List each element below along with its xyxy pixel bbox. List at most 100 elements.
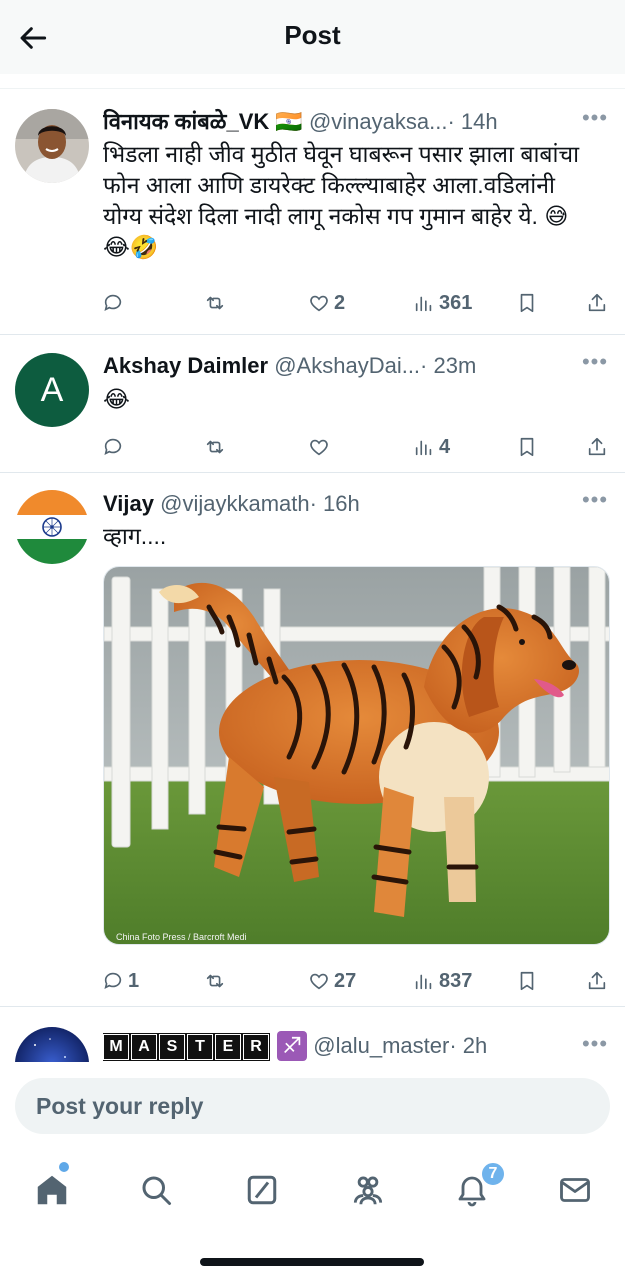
more-icon: ••• (581, 1031, 609, 1056)
tab-search[interactable] (134, 1168, 178, 1212)
more-options-button[interactable]: ••• (581, 1033, 609, 1057)
analytics-icon (415, 974, 432, 990)
avatar-letter: A (40, 370, 64, 409)
user-handle[interactable]: @vijaykkamath (160, 491, 310, 516)
top-bar: Post (0, 0, 625, 74)
reply-button[interactable] (102, 431, 128, 463)
display-name[interactable]: MASTER (103, 1033, 271, 1060)
post-time[interactable]: · 16h (310, 491, 360, 516)
reply-count: 1 (128, 969, 140, 992)
share-icon (588, 971, 606, 990)
views-button[interactable]: 4 (413, 431, 450, 463)
avatar[interactable]: A (15, 353, 89, 427)
views-button[interactable]: 837 (413, 965, 472, 997)
page-title: Post (284, 20, 341, 50)
share-button[interactable] (586, 965, 608, 997)
reply-icon (104, 294, 122, 311)
post[interactable]: A Akshay Daimler @AkshayDai...· 23m ••• … (0, 335, 625, 473)
like-button[interactable]: 27 (308, 965, 356, 997)
post[interactable]: विनायक कांबळे_VK 🇮🇳 @vinayaksa...· 14h •… (0, 89, 625, 335)
name-tile: E (215, 1034, 241, 1060)
post-time[interactable]: · 14h (447, 109, 497, 134)
display-name[interactable]: Vijay (103, 491, 154, 516)
name-tile: A (131, 1034, 157, 1060)
more-options-button[interactable]: ••• (581, 489, 609, 513)
share-icon (588, 437, 606, 456)
mail-icon (560, 1178, 590, 1202)
repost-icon (206, 440, 224, 454)
user-handle[interactable]: @lalu_master (313, 1033, 449, 1058)
share-icon (588, 293, 606, 312)
notification-badge: 7 (480, 1161, 506, 1187)
analytics-icon (415, 440, 432, 456)
name-tile: R (243, 1034, 269, 1060)
name-tile: M (103, 1034, 129, 1060)
reply-input[interactable]: Post your reply (15, 1078, 610, 1134)
communities-icon (353, 1176, 383, 1205)
reply-feed[interactable]: विनायक कांबळे_VK 🇮🇳 @vinayaksa...· 14h •… (0, 88, 625, 1062)
post-text: 😂 (103, 386, 130, 412)
reply-button[interactable]: 1 (102, 965, 139, 997)
view-count: 837 (439, 969, 473, 992)
post-header: विनायक कांबळे_VK 🇮🇳 @vinayaksa...· 14h (103, 107, 577, 137)
post-header: Akshay Daimler @AkshayDai...· 23m (103, 351, 577, 381)
search-icon (142, 1176, 171, 1205)
like-button[interactable]: 2 (308, 287, 345, 319)
name-tile: T (187, 1034, 213, 1060)
avatar[interactable] (15, 109, 89, 183)
bookmark-button[interactable] (516, 287, 538, 319)
reply-button[interactable] (102, 287, 128, 319)
like-count: 27 (334, 969, 357, 992)
reply-placeholder: Post your reply (36, 1092, 204, 1119)
repost-button[interactable] (204, 287, 230, 319)
post-actions: 4 (100, 431, 611, 463)
more-options-button[interactable]: ••• (581, 107, 609, 131)
tab-home[interactable] (30, 1168, 74, 1212)
post-time[interactable]: · 23m (420, 353, 476, 378)
bookmark-icon (520, 293, 534, 313)
user-handle[interactable]: @AkshayDai... (274, 353, 420, 378)
name-tile: S (159, 1034, 185, 1060)
like-button[interactable] (308, 431, 334, 463)
avatar[interactable] (15, 490, 89, 564)
tab-communities[interactable] (346, 1168, 390, 1212)
more-icon: ••• (581, 105, 609, 130)
more-icon: ••• (581, 349, 609, 374)
post-actions: 2 361 (100, 287, 611, 319)
post-header: Vijay @vijaykkamath· 16h (103, 489, 577, 519)
like-count: 2 (334, 291, 346, 314)
post[interactable]: Vijay @vijaykkamath· 16h ••• व्हाग.... C… (0, 473, 625, 1007)
sagittarius-emoji: ♐ (277, 1031, 308, 1061)
bookmark-icon (520, 437, 534, 457)
display-name[interactable]: Akshay Daimler (103, 353, 268, 378)
home-indicator (200, 1258, 424, 1266)
share-button[interactable] (586, 431, 608, 463)
post-time[interactable]: · 2h (449, 1033, 487, 1058)
tab-messages[interactable] (553, 1168, 597, 1212)
post-actions: 1 27 837 (100, 965, 611, 997)
share-button[interactable] (586, 287, 608, 319)
more-icon: ••• (581, 487, 609, 512)
more-options-button[interactable]: ••• (581, 351, 609, 375)
avatar[interactable] (15, 1027, 89, 1062)
heart-icon (310, 295, 328, 312)
image-credit: China Foto Press / Barcroft Medi (116, 932, 247, 942)
post-header: MASTER ♐ @lalu_master· 2h (103, 1031, 577, 1061)
tab-grok[interactable] (240, 1168, 284, 1212)
bookmark-icon (520, 971, 534, 991)
post[interactable]: MASTER ♐ @lalu_master· 2h ••• (0, 1007, 625, 1062)
views-button[interactable]: 361 (413, 287, 472, 319)
home-icon (37, 1175, 67, 1205)
bookmark-button[interactable] (516, 431, 538, 463)
flag-emoji: 🇮🇳 (275, 109, 303, 134)
reply-icon (104, 972, 122, 989)
repost-icon (206, 974, 224, 988)
repost-button[interactable] (204, 965, 230, 997)
analytics-icon (415, 296, 432, 312)
post-image[interactable]: China Foto Press / Barcroft Medi (103, 566, 610, 945)
display-name[interactable]: विनायक कांबळे_VK (103, 109, 269, 134)
bookmark-button[interactable] (516, 965, 538, 997)
reply-composer: Post your reply (0, 1062, 625, 1152)
repost-button[interactable] (204, 431, 230, 463)
user-handle[interactable]: @vinayaksa... (309, 109, 448, 134)
